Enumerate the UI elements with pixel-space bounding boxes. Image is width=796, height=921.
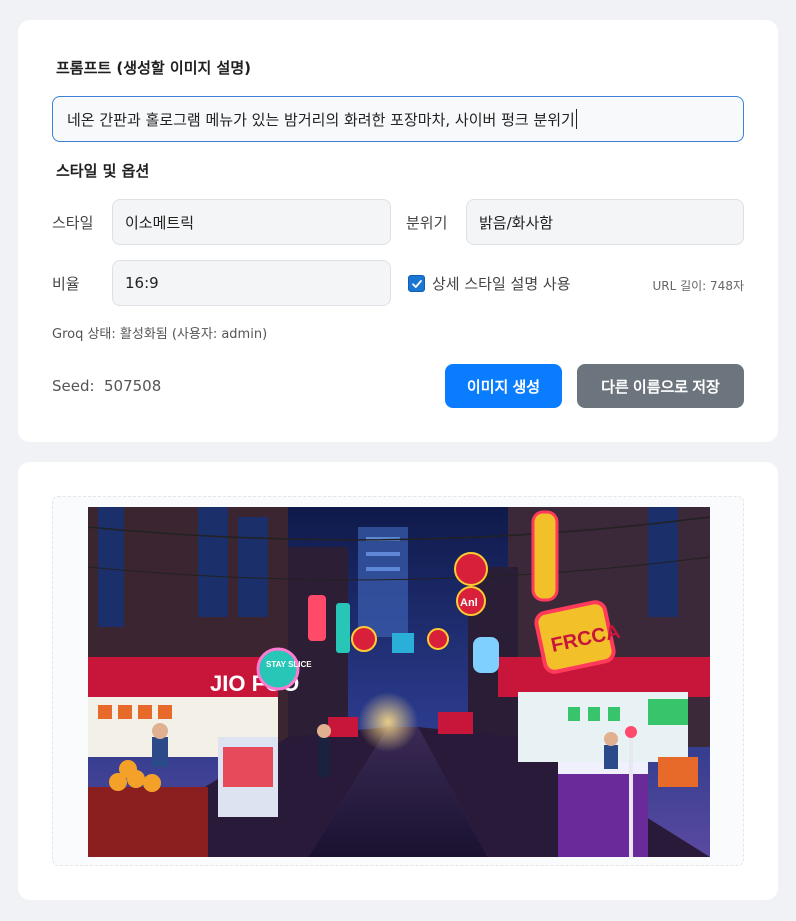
mood-label: 분위기: [406, 214, 448, 232]
style-select-value: 이소메트릭: [125, 213, 195, 232]
check-icon: [411, 279, 422, 288]
prompt-input-value: 네온 간판과 홀로그램 메뉴가 있는 밤거리의 화려한 포장마차, 사이버 펑크…: [67, 110, 575, 129]
style-label: 스타일: [52, 214, 94, 232]
top-sign-text: Anl: [460, 597, 478, 609]
round-sign-text: STAY SLICE: [266, 660, 312, 669]
text-caret: [575, 109, 577, 129]
prompt-section-title: 프롬프트 (생성할 이미지 설명): [56, 59, 251, 77]
save-as-button[interactable]: 다른 이름으로 저장: [577, 364, 744, 408]
options-section-title: 스타일 및 옵션: [56, 162, 150, 180]
style-select[interactable]: 이소메트릭: [112, 199, 391, 245]
groq-status-text: Groq 상태: 활성화됨 (사용자: admin): [52, 327, 268, 342]
seed-value: 507508: [104, 377, 162, 395]
ratio-select[interactable]: 16:9: [112, 260, 391, 306]
generation-form-card: 프롬프트 (생성할 이미지 설명) 네온 간판과 홀로그램 메뉴가 있는 밤거리…: [18, 20, 778, 442]
seed-label: Seed:: [52, 377, 95, 395]
mood-select-value: 밝음/화사함: [479, 213, 554, 232]
mood-select[interactable]: 밝음/화사함: [466, 199, 744, 245]
image-frame: JIO FOO STAY SLICE FRCCA Anl: [52, 496, 744, 866]
url-length-text: URL 길이: 748자: [652, 279, 744, 293]
prompt-input[interactable]: 네온 간판과 홀로그램 메뉴가 있는 밤거리의 화려한 포장마차, 사이버 펑크…: [52, 96, 744, 142]
cyberpunk-street-illustration: JIO FOO STAY SLICE FRCCA Anl: [88, 507, 710, 857]
image-result-card: JIO FOO STAY SLICE FRCCA Anl: [18, 462, 778, 900]
detail-style-label[interactable]: 상세 스타일 설명 사용: [432, 273, 571, 294]
ratio-label: 비율: [52, 275, 80, 293]
detail-style-checkbox[interactable]: [408, 275, 425, 292]
generate-image-button[interactable]: 이미지 생성: [445, 364, 562, 408]
generated-image[interactable]: JIO FOO STAY SLICE FRCCA Anl: [88, 507, 710, 857]
ratio-select-value: 16:9: [125, 274, 159, 292]
